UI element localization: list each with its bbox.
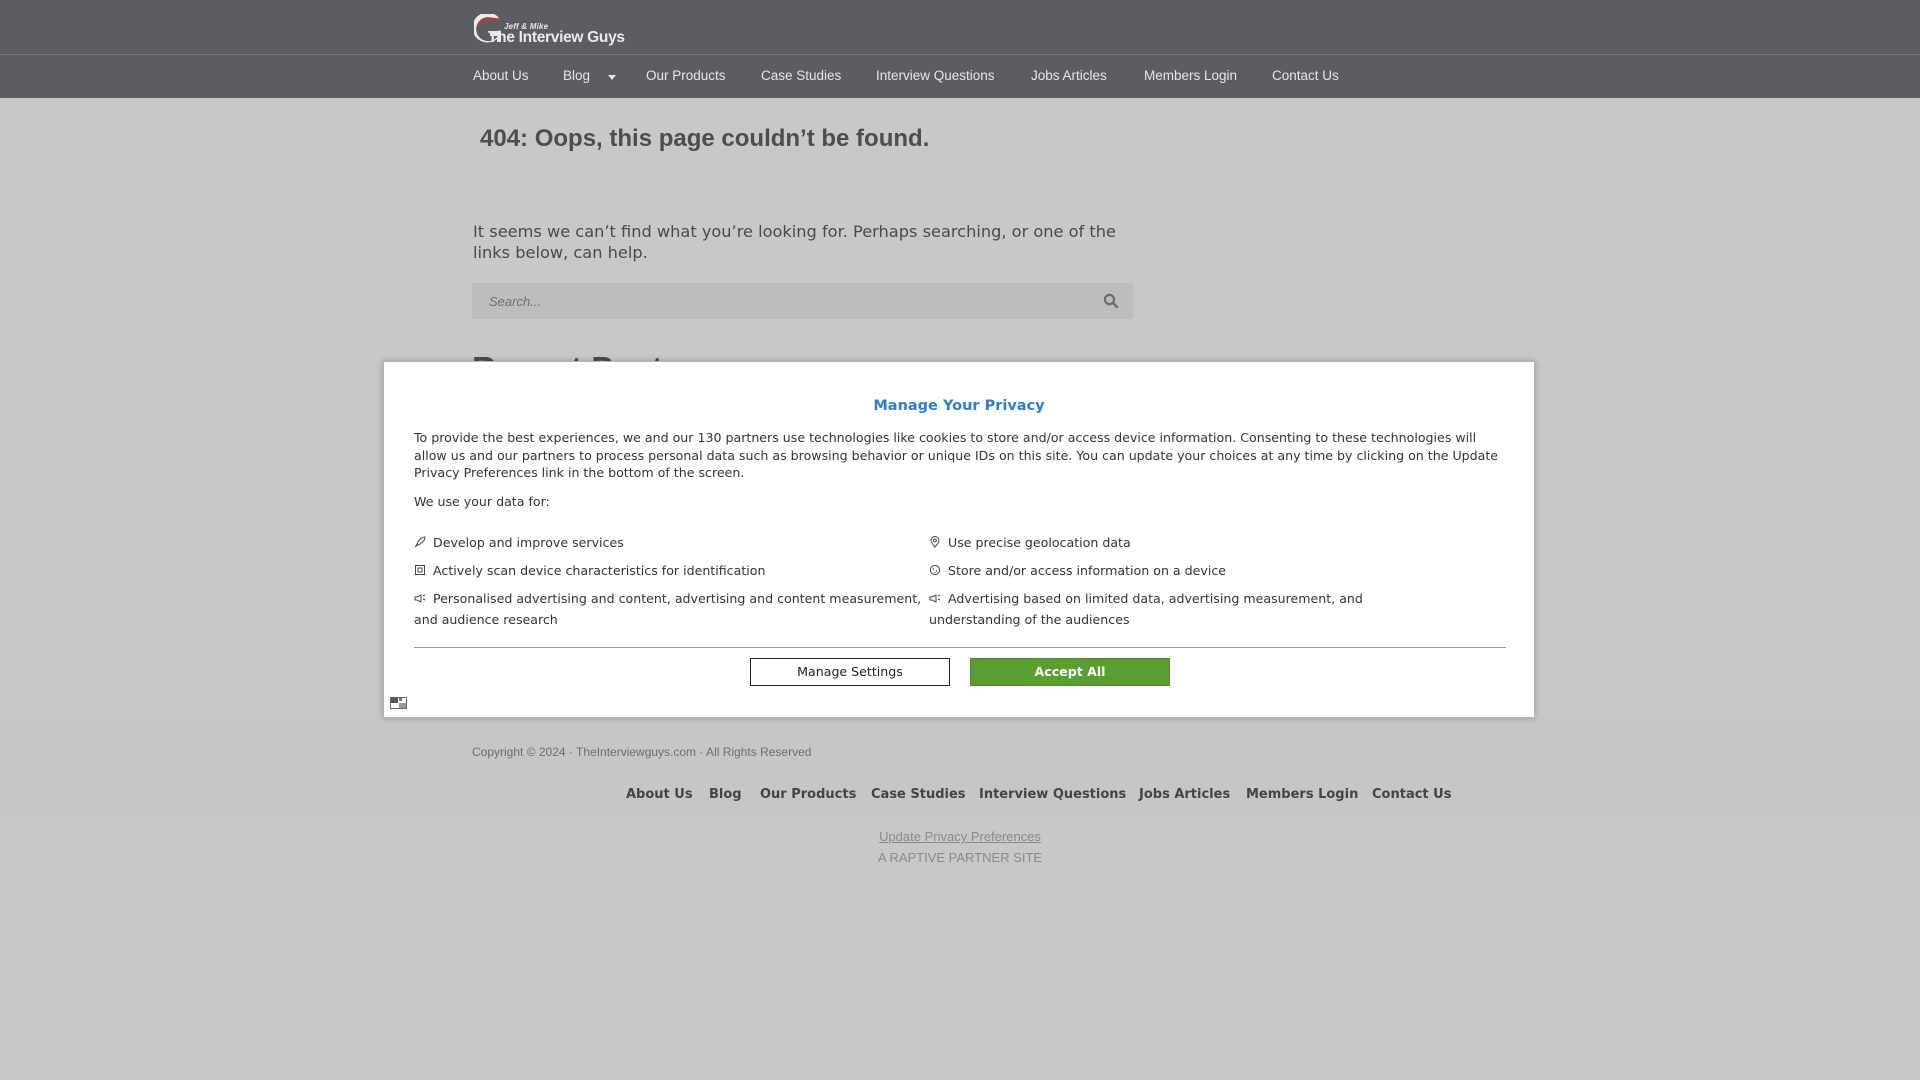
nav-blog[interactable]: Blog [563,68,590,83]
purpose-item: Use precise geolocation data [929,532,1429,553]
intro-text: It seems we can’t find what you’re looki… [473,222,1116,262]
main-nav: About Us Blog Our Products Case Studies … [0,55,1920,98]
logo-text: The Interview Guys [488,29,625,46]
footer-link-interview-questions[interactable]: Interview Questions [979,787,1126,802]
site-header: Jeff & Mike The Interview Guys [0,0,1920,55]
location-pin-icon [929,536,941,548]
search-input[interactable] [472,283,1072,319]
device-scan-icon [414,564,426,576]
footer-link-about-us[interactable]: About Us [626,787,693,802]
modal-description: To provide the best experiences, we and … [414,430,1499,480]
purpose-label: Advertising based on limited data, adver… [929,591,1363,627]
rocket-icon [414,536,426,548]
megaphone-icon [414,592,426,604]
accept-all-button[interactable]: Accept All [970,658,1170,686]
blog-dropdown-chevron-icon[interactable] [608,75,616,80]
copyright-text: Copyright © 2024 · TheInterviewguys.com … [472,745,812,759]
nav-about-us[interactable]: About Us [473,68,529,83]
purpose-label: Use precise geolocation data [948,535,1131,550]
modal-title: Manage Your Privacy [873,398,1045,414]
update-privacy-preferences-link[interactable]: Update Privacy Preferences [0,829,1920,844]
purpose-label: Actively scan device characteristics for… [433,563,766,578]
purpose-label: Store and/or access information on a dev… [948,563,1227,578]
purpose-item: Develop and improve services [414,532,924,553]
footer-link-our-products[interactable]: Our Products [760,787,856,802]
footer-link-jobs-articles[interactable]: Jobs Articles [1139,787,1230,802]
site-logo[interactable]: Jeff & Mike The Interview Guys [474,12,634,52]
nav-interview-questions[interactable]: Interview Questions [876,68,995,83]
footer-link-contact-us[interactable]: Contact Us [1372,787,1451,802]
purpose-item: Store and/or access information on a dev… [929,560,1429,581]
purpose-label: Personalised advertising and content, ad… [414,591,922,627]
nav-members-login[interactable]: Members Login [1144,68,1237,83]
nav-our-products[interactable]: Our Products [646,68,726,83]
megaphone-icon [929,592,941,604]
cookie-icon [929,564,941,576]
manage-settings-button[interactable]: Manage Settings [750,658,950,686]
nav-jobs-articles[interactable]: Jobs Articles [1031,68,1107,83]
modal-subheading: We use your data for: [414,494,550,509]
search-form [472,283,1133,319]
privacy-modal: Manage Your Privacy To provide the best … [383,361,1535,718]
purpose-item: Advertising based on limited data, adver… [929,588,1429,630]
footer-band [0,718,1920,818]
footer-link-case-studies[interactable]: Case Studies [871,787,966,802]
nav-contact-us[interactable]: Contact Us [1272,68,1339,83]
modal-divider [414,647,1506,648]
nav-case-studies[interactable]: Case Studies [761,68,841,83]
purpose-item: Personalised advertising and content, ad… [414,588,924,630]
search-icon[interactable] [1103,293,1119,309]
purpose-label: Develop and improve services [433,535,624,550]
footer-link-members-login[interactable]: Members Login [1246,787,1358,802]
page-title: 404: Oops, this page couldn’t be found. [480,125,930,152]
footer-link-blog[interactable]: Blog [709,787,742,802]
language-flag-icon[interactable] [390,697,407,709]
partner-site-text: A RAPTIVE PARTNER SITE [877,850,1043,865]
purpose-item: Actively scan device characteristics for… [414,560,924,581]
